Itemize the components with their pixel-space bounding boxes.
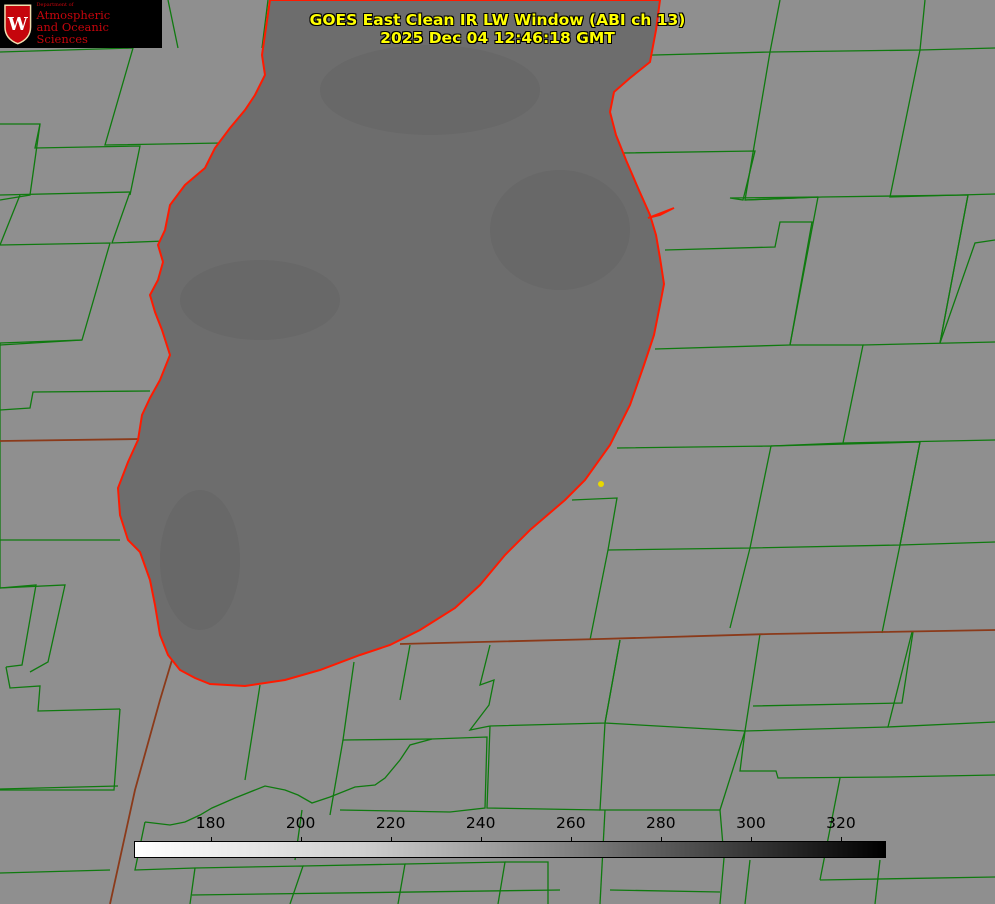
image-title: GOES East Clean IR LW Window (ABI ch 13)…: [0, 11, 995, 47]
colorbar-tick-mark: [840, 837, 842, 842]
satellite-map-frame: W Department of Atmospheric and Oceanic …: [0, 0, 995, 904]
colorbar-tick-mark: [210, 837, 212, 842]
colorbar-tick-label: 200: [285, 814, 316, 832]
colorbar-tick-label: 280: [646, 814, 676, 832]
colorbar-tick-mark: [570, 837, 572, 842]
colorbar-tick-label: 220: [375, 814, 406, 832]
colorbar-tick-label: 300: [736, 814, 766, 832]
colorbar-tick-mark: [390, 837, 392, 842]
colorbar-tick-mark: [480, 837, 482, 842]
colorbar-tick-mark: [660, 837, 662, 842]
colorbar-tick-label: 320: [826, 814, 856, 832]
title-product: GOES East Clean IR LW Window (ABI ch 13): [309, 11, 686, 29]
station-marker: [598, 481, 604, 487]
temperature-colorbar: [134, 841, 886, 858]
colorbar-tick-mark: [750, 837, 752, 842]
title-timestamp: 2025 Dec 04 12:46:18 GMT: [380, 29, 615, 47]
colorbar-tick-label: 260: [555, 814, 586, 832]
satellite-map: [0, 0, 995, 904]
colorbar-tick-label: 240: [465, 814, 496, 832]
colorbar-tick-label: 180: [195, 814, 226, 832]
colorbar-tick-mark: [300, 837, 302, 842]
